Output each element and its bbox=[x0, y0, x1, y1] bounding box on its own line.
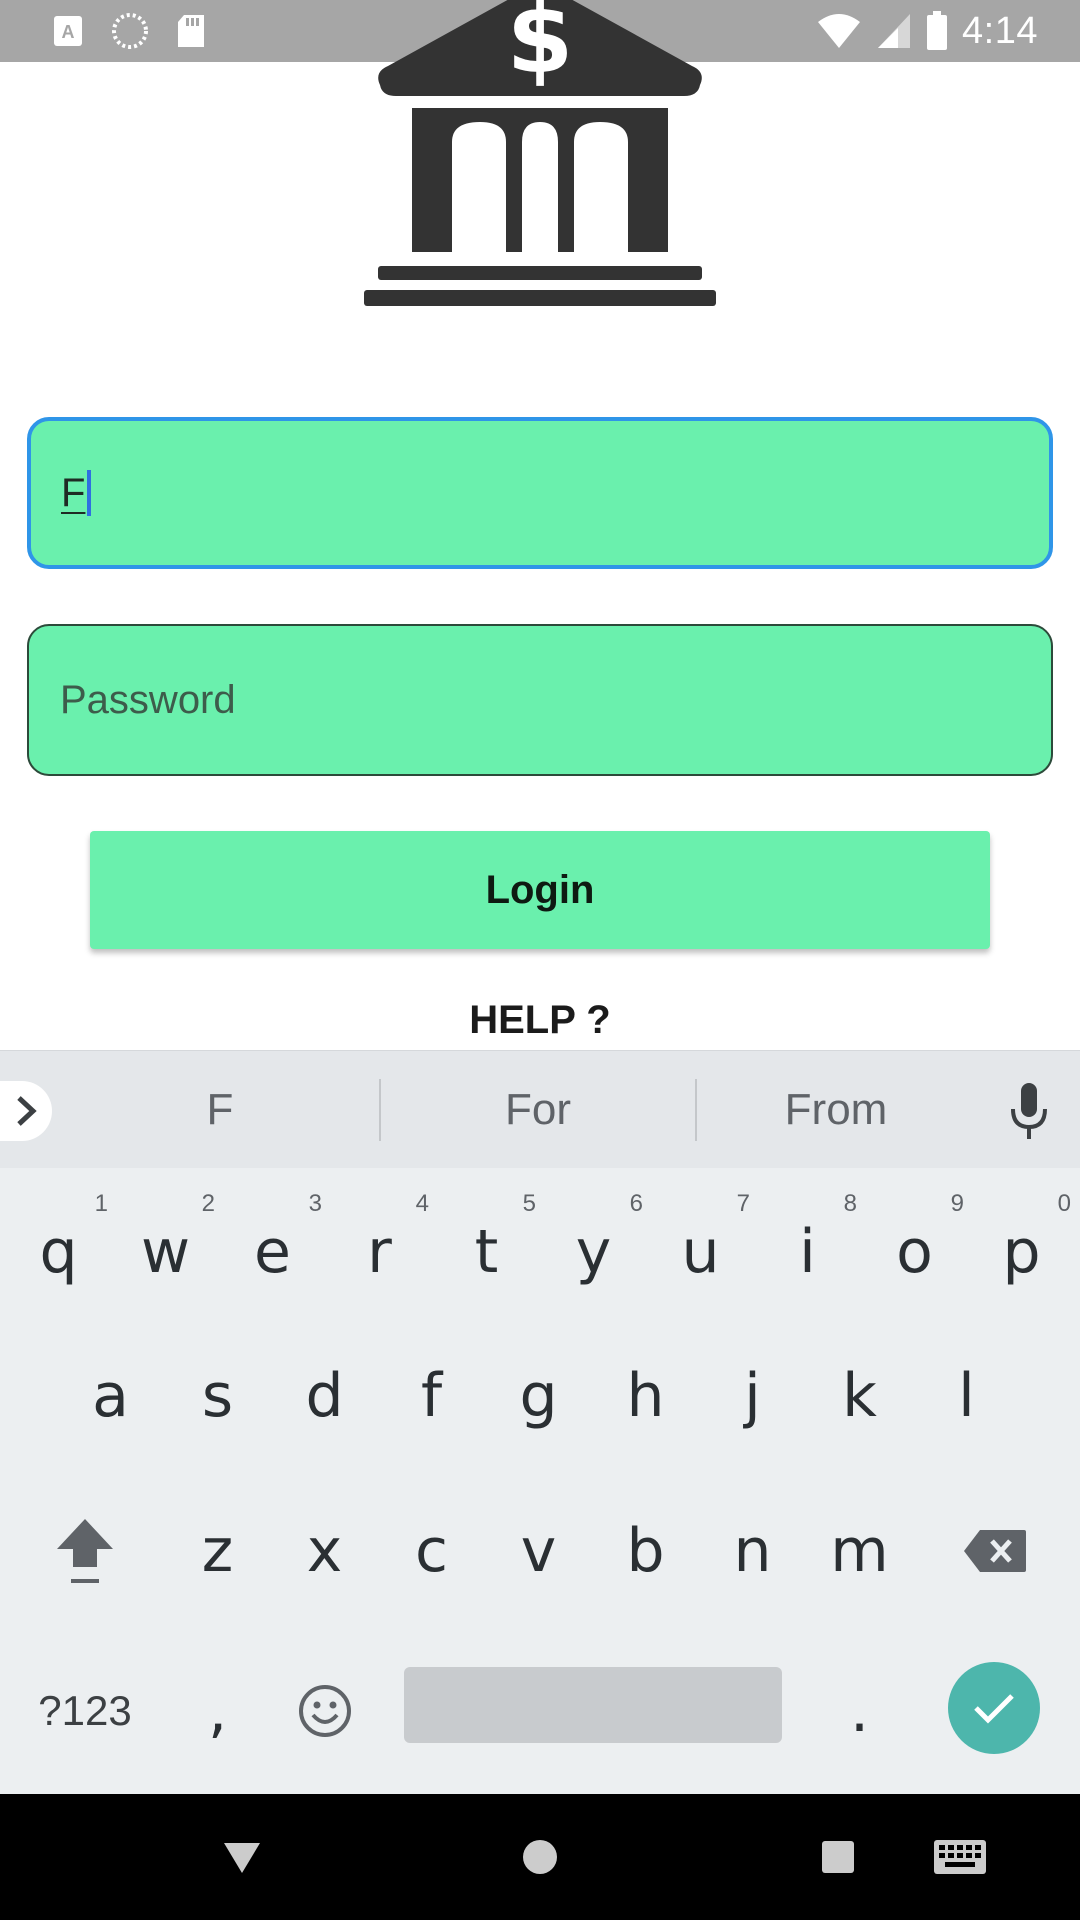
key-u[interactable]: u7 bbox=[647, 1168, 754, 1318]
username-value: F bbox=[61, 470, 86, 515]
status-time: 4:14 bbox=[962, 9, 1038, 52]
key-h[interactable]: h bbox=[592, 1318, 699, 1473]
key-j[interactable]: j bbox=[699, 1318, 806, 1473]
sd-card-icon bbox=[178, 15, 204, 47]
username-input[interactable]: F bbox=[61, 421, 92, 565]
symbols-key[interactable]: ?123 bbox=[20, 1628, 150, 1794]
password-field[interactable]: Password bbox=[27, 624, 1053, 776]
enter-key[interactable] bbox=[948, 1662, 1040, 1754]
password-placeholder: Password bbox=[60, 677, 236, 722]
key-w[interactable]: w2 bbox=[112, 1168, 219, 1318]
key-b[interactable]: b bbox=[592, 1473, 699, 1628]
back-triangle-icon bbox=[224, 1843, 260, 1873]
microphone-icon[interactable] bbox=[1004, 1081, 1054, 1141]
suggestion-strip: F For From bbox=[0, 1050, 1080, 1168]
keyboard-icon bbox=[934, 1840, 986, 1874]
key-g[interactable]: g bbox=[485, 1318, 592, 1473]
home-circle-icon bbox=[523, 1840, 557, 1874]
key-k[interactable]: k bbox=[806, 1318, 913, 1473]
login-button[interactable]: Login bbox=[90, 831, 990, 949]
shift-icon bbox=[57, 1518, 113, 1583]
recents-button[interactable] bbox=[796, 1794, 880, 1920]
comma-key[interactable]: , bbox=[164, 1628, 271, 1794]
key-z[interactable]: z bbox=[164, 1473, 271, 1628]
cell-signal-icon bbox=[878, 14, 911, 48]
checkmark-icon bbox=[974, 1694, 1014, 1724]
period-key[interactable]: . bbox=[806, 1628, 913, 1794]
text-cursor bbox=[87, 470, 92, 516]
key-l[interactable]: l bbox=[913, 1318, 1020, 1473]
backspace-key[interactable] bbox=[930, 1473, 1060, 1628]
recents-square-icon bbox=[822, 1841, 854, 1873]
suggestion-2[interactable]: For bbox=[380, 1051, 696, 1169]
shift-key[interactable] bbox=[20, 1473, 150, 1628]
key-p[interactable]: p0 bbox=[968, 1168, 1075, 1318]
key-s[interactable]: s bbox=[164, 1318, 271, 1473]
key-f[interactable]: f bbox=[378, 1318, 485, 1473]
wifi-icon bbox=[818, 14, 861, 48]
key-a[interactable]: a bbox=[57, 1318, 164, 1473]
key-x[interactable]: x bbox=[271, 1473, 378, 1628]
key-y[interactable]: y6 bbox=[540, 1168, 647, 1318]
backspace-icon bbox=[964, 1529, 1026, 1572]
username-field[interactable]: F bbox=[27, 417, 1053, 569]
key-i[interactable]: i8 bbox=[754, 1168, 861, 1318]
status-right-icons: 4:14 bbox=[816, 10, 1038, 52]
expand-suggestions-button[interactable] bbox=[0, 1081, 52, 1141]
text-notification-icon: A bbox=[54, 16, 82, 46]
key-m[interactable]: m bbox=[806, 1473, 913, 1628]
key-e[interactable]: e3 bbox=[219, 1168, 326, 1318]
key-n[interactable]: n bbox=[699, 1473, 806, 1628]
key-c[interactable]: c bbox=[378, 1473, 485, 1628]
svg-text:A: A bbox=[62, 22, 75, 42]
bank-logo-icon: $ bbox=[364, 0, 716, 306]
keyboard-switch-button[interactable] bbox=[918, 1794, 1002, 1920]
space-key[interactable] bbox=[404, 1667, 782, 1743]
key-o[interactable]: o9 bbox=[861, 1168, 968, 1318]
key-v[interactable]: v bbox=[485, 1473, 592, 1628]
emoji-key[interactable] bbox=[271, 1628, 378, 1794]
svg-text:$: $ bbox=[507, 0, 574, 95]
suggestion-1[interactable]: F bbox=[60, 1051, 380, 1169]
status-left-icons: A bbox=[52, 12, 206, 50]
key-q[interactable]: q1 bbox=[5, 1168, 112, 1318]
key-r[interactable]: r4 bbox=[326, 1168, 433, 1318]
battery-icon bbox=[927, 11, 948, 50]
help-link[interactable]: HELP ? bbox=[0, 998, 1080, 1043]
keyboard: q1 w2 e3 r4 t5 y6 u7 i8 o9 p0 a s d f g … bbox=[0, 1168, 1080, 1794]
chevron-right-icon bbox=[17, 1096, 37, 1126]
key-d[interactable]: d bbox=[271, 1318, 378, 1473]
suggestion-3[interactable]: From bbox=[696, 1051, 976, 1169]
key-t[interactable]: t5 bbox=[433, 1168, 540, 1318]
back-button[interactable] bbox=[200, 1794, 284, 1920]
navigation-bar bbox=[0, 1794, 1080, 1920]
home-button[interactable] bbox=[498, 1794, 582, 1920]
emoji-icon bbox=[298, 1685, 351, 1737]
sync-icon bbox=[112, 13, 148, 49]
screen: A 4:14 $ F Password Login HELP ? F For F… bbox=[0, 0, 1080, 1920]
